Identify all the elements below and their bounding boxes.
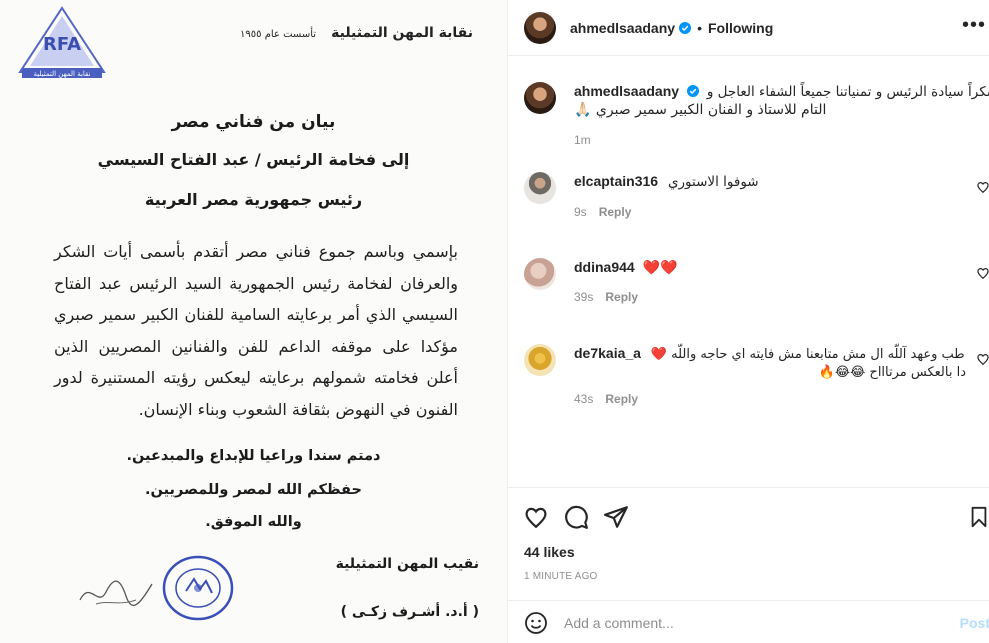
post-comment-button[interactable]: Post (960, 615, 989, 631)
document-body: بإسمي وباسم جموع فناني مصر أتقدم بأسمى أ… (54, 242, 458, 419)
document-header: نقابة المهن التمثيلية تأسست عام ١٩٥٥ (240, 22, 473, 41)
comment-text: ❤️❤️ (642, 259, 678, 275)
save-bookmark-icon[interactable] (968, 504, 989, 530)
emoji-icon[interactable] (524, 611, 548, 635)
document-addressee-title: رئيس جمهورية مصر العربية (144, 190, 363, 209)
caption-avatar[interactable] (524, 82, 556, 114)
reply-button[interactable]: Reply (605, 290, 638, 304)
author-avatar[interactable] (524, 11, 556, 44)
verified-badge-icon (686, 85, 699, 97)
commenter-avatar[interactable] (524, 344, 556, 376)
separator-dot: • (697, 19, 702, 36)
comment-item: elcaptain316 شوفوا الاستوري 9s Reply (524, 172, 989, 219)
document-closing-2: حفظكم الله لمصر وللمصريين. (145, 482, 362, 498)
document-closing-3: والله الموفق. (205, 514, 302, 530)
official-stamp (162, 555, 234, 621)
syndicate-logo: RFA نقابة المهن التمثيلية (18, 6, 106, 78)
reply-button[interactable]: Reply (599, 205, 632, 219)
author-username[interactable]: ahmedlsaadany (570, 20, 675, 36)
comment-time[interactable]: 9s (574, 205, 587, 219)
following-button[interactable]: Following (708, 20, 773, 36)
comment-item: ddina944 ❤️❤️ 39s Reply (524, 258, 989, 304)
likes-count[interactable]: 44 likes (524, 544, 575, 560)
comment-time[interactable]: 39s (574, 290, 593, 304)
post-header: ahmedlsaadany • Following ••• (508, 0, 989, 56)
like-heart-icon[interactable] (523, 504, 549, 530)
svg-text:نقابة المهن التمثيلية: نقابة المهن التمثيلية (33, 70, 90, 78)
caption-text-1: شكراً سيادة الرئيس و تمنياتنا جميعاً الش… (706, 84, 989, 100)
handwritten-signature (79, 580, 153, 607)
commenter-avatar[interactable] (524, 258, 556, 290)
signatory-name: ( أ.د. أشـرف زكـى ) (340, 604, 479, 620)
comment-text: طب وعهد آللّه ال مش متابعنا مش فايته اي … (650, 347, 965, 362)
document-addressee: إلى فخامة الرئيس / عبد الفتاح السيسي (97, 150, 410, 169)
comment-input[interactable] (564, 614, 944, 631)
caption-timestamp[interactable]: 1m (574, 133, 988, 147)
established-text: تأسست عام ١٩٥٥ (240, 29, 317, 40)
comment-time[interactable]: 43s (574, 392, 593, 406)
commenter-username[interactable]: elcaptain316 (574, 173, 658, 189)
like-comment-icon[interactable] (976, 352, 989, 366)
verified-badge-icon (679, 21, 692, 34)
like-comment-icon[interactable] (976, 266, 989, 280)
org-name: نقابة المهن التمثيلية (331, 25, 473, 41)
add-comment-bar: Post (508, 600, 989, 643)
comment-item: de7kaia_a طب وعهد آللّه ال مش متابعنا مش… (524, 344, 989, 406)
caption-username[interactable]: ahmedlsaadany (574, 83, 679, 99)
like-comment-icon[interactable] (976, 180, 989, 194)
comment-bubble-icon[interactable] (563, 504, 589, 530)
post-caption: ahmedlsaadany شكراً سيادة الرئيس و تمنيا… (524, 82, 989, 147)
commenter-username[interactable]: de7kaia_a (574, 345, 641, 361)
signatory-title: نقيب المهن التمثيلية (335, 556, 479, 572)
more-options-icon[interactable]: ••• (962, 15, 986, 38)
commenter-username[interactable]: ddina944 (574, 259, 635, 275)
post-image[interactable]: RFA نقابة المهن التمثيلية نقابة المهن ال… (0, 0, 507, 643)
document-closing-1: دمتم سندا وراعيا للإبداع والمبدعين. (126, 448, 381, 464)
post-actions: 44 likes 1 MINUTE AGO Post (508, 487, 989, 643)
document-title: بيان من فناني مصر (171, 112, 336, 132)
share-send-icon[interactable] (603, 504, 629, 530)
commenter-avatar[interactable] (524, 172, 556, 204)
post-timestamp[interactable]: 1 MINUTE AGO (524, 571, 598, 582)
caption-text-2: التام للاستاذ و الفنان الكبير سمير صبري … (574, 102, 827, 118)
post-panel: ahmedlsaadany • Following ••• ahmedlsaad… (507, 0, 989, 643)
svg-text:RFA: RFA (43, 34, 81, 55)
comment-text-2: دا بالعكس مرتاااح 😂😂🔥 (818, 365, 966, 380)
comment-text: شوفوا الاستوري (667, 174, 759, 190)
reply-button[interactable]: Reply (605, 392, 638, 406)
